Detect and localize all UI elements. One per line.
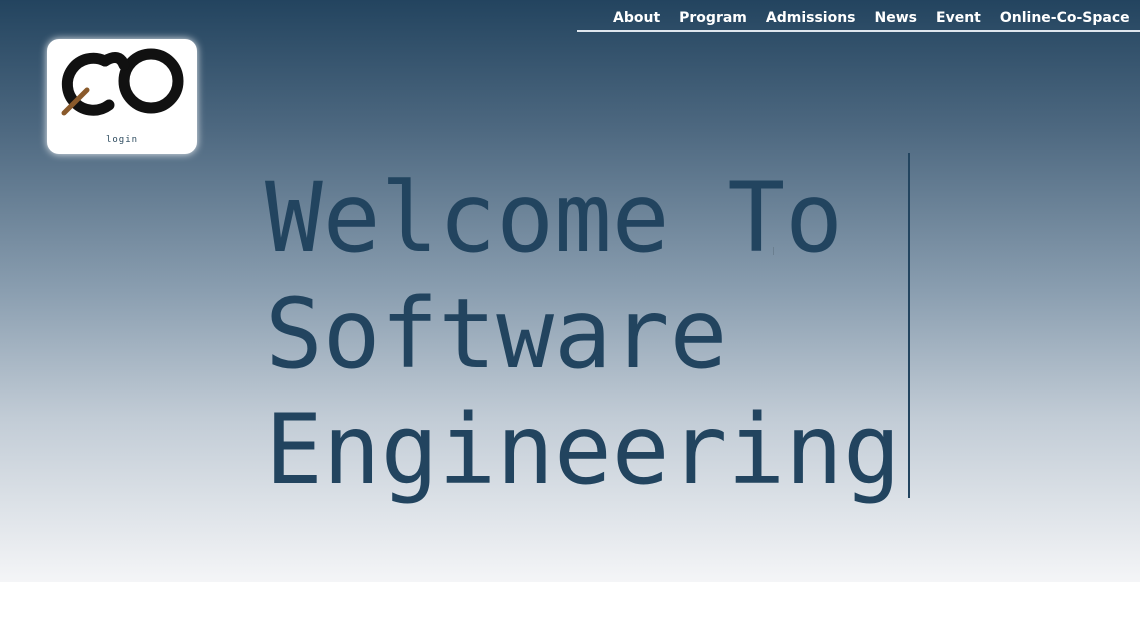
nav-item-about[interactable]: About xyxy=(613,9,660,27)
headline-line-2: Software xyxy=(265,278,728,390)
top-nav: About Program Admissions News Event Onli… xyxy=(577,0,1140,32)
nav-item-admissions[interactable]: Admissions xyxy=(766,9,856,27)
text-caret-mark xyxy=(773,247,774,255)
nav-item-news[interactable]: News xyxy=(875,9,917,27)
nav-items: About Program Admissions News Event Onli… xyxy=(613,9,1140,27)
headline-line-3: Engineering xyxy=(265,394,901,506)
nav-item-program[interactable]: Program xyxy=(679,9,747,27)
infinity-co-logo-icon xyxy=(61,48,184,116)
nav-item-event[interactable]: Event xyxy=(936,9,981,27)
login-logo-button[interactable]: login xyxy=(47,39,197,154)
hero-headline: Welcome To Software Engineering xyxy=(265,160,901,508)
nav-item-online-co-space[interactable]: Online-Co-Space xyxy=(1000,9,1130,27)
typing-cursor xyxy=(908,153,910,498)
login-label: login xyxy=(105,135,139,145)
headline-line-1: Welcome To xyxy=(265,162,843,274)
hero-section: About Program Admissions News Event Onli… xyxy=(0,0,1140,582)
